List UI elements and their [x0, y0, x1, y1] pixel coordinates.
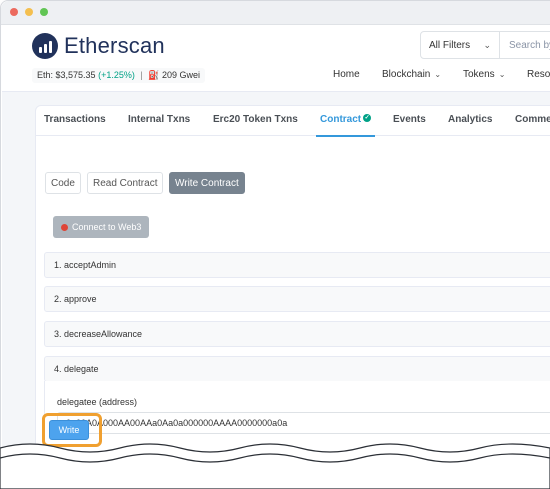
gas-price: 209 Gwei	[161, 70, 200, 80]
read-contract-button[interactable]: Read Contract	[87, 172, 164, 194]
nav-home-label: Home	[333, 69, 360, 80]
torn-edge-decoration	[0, 443, 550, 489]
price-separator: |	[140, 70, 143, 80]
write-contract-button[interactable]: Write Contract	[169, 172, 245, 194]
eth-price-badge: Eth: $3,575.35 (+1.25%) | ⛽ 209 Gwei	[32, 68, 205, 83]
disconnected-status-icon	[61, 223, 68, 231]
tab-events[interactable]: Events	[393, 114, 426, 125]
close-window-icon[interactable]	[10, 8, 18, 16]
tab-contract-label: Contract	[320, 114, 362, 125]
etherscan-logo[interactable]: Etherscan	[32, 33, 165, 59]
etherscan-logo-icon	[32, 33, 58, 59]
delegatee-param-label: delegatee (address)	[57, 397, 138, 407]
tab-bar: Transactions Internal Txns Erc20 Token T…	[36, 106, 550, 137]
tab-transactions[interactable]: Transactions	[44, 114, 106, 125]
verified-check-icon: ✓	[363, 114, 372, 122]
nav-resources[interactable]: Resou	[527, 69, 550, 80]
write-button-label: Write	[58, 425, 80, 435]
tab-erc20-token-txns[interactable]: Erc20 Token Txns	[213, 114, 298, 125]
contract-card: Transactions Internal Txns Erc20 Token T…	[35, 105, 550, 489]
eth-price: Eth: $3,575.35	[37, 70, 96, 80]
title-bar	[1, 1, 550, 25]
function-label: 4. delegate	[54, 364, 99, 374]
nav-home[interactable]: Home	[333, 69, 360, 80]
tab-analytics[interactable]: Analytics	[448, 114, 492, 125]
chevron-down-icon: ⌄	[498, 70, 506, 79]
nav-tokens-label: Tokens	[463, 69, 495, 80]
gas-icon: ⛽	[148, 70, 160, 80]
function-decrease-allowance[interactable]: 3. decreaseAllowance	[44, 321, 550, 347]
eth-price-change: (+1.25%)	[98, 70, 135, 80]
connect-web3-button[interactable]: Connect to Web3	[53, 216, 150, 238]
search-input[interactable]: Search by	[499, 31, 550, 59]
chevron-down-icon: ⌄	[483, 40, 491, 50]
maximize-window-icon[interactable]	[40, 8, 48, 16]
function-label: 3. decreaseAllowance	[54, 329, 143, 339]
nav-blockchain-label: Blockchain	[382, 69, 431, 80]
search-filter-select[interactable]: All Filters ⌄	[420, 31, 500, 59]
code-button[interactable]: Code	[45, 172, 81, 194]
tab-comments[interactable]: Comme	[515, 114, 550, 125]
chevron-down-icon: ⌄	[434, 70, 442, 79]
nav-blockchain[interactable]: Blockchain ⌄	[382, 69, 441, 80]
search-filter-value: All Filters	[429, 39, 471, 51]
connect-web3-label: Connect to Web3	[72, 222, 142, 232]
minimize-window-icon[interactable]	[25, 8, 33, 16]
function-label: 2. approve	[54, 294, 97, 304]
function-accept-admin[interactable]: 1. acceptAdmin	[44, 252, 550, 278]
function-approve[interactable]: 2. approve	[44, 286, 550, 312]
function-label: 1. acceptAdmin	[54, 260, 117, 270]
nav-resources-label: Resou	[527, 69, 550, 80]
nav-tokens[interactable]: Tokens ⌄	[463, 69, 505, 80]
write-button[interactable]: Write	[49, 420, 89, 440]
search-placeholder: Search by	[509, 39, 550, 51]
tab-internal-txns[interactable]: Internal Txns	[128, 114, 190, 125]
brand-name: Etherscan	[64, 33, 165, 58]
delegatee-address-input[interactable]: 0a00A0A000AA00AAa0Aa0a000000AAAA0000000a…	[57, 412, 550, 434]
tab-contract[interactable]: Contract ✓	[315, 114, 376, 137]
function-delegate[interactable]: 4. delegate	[44, 356, 550, 382]
